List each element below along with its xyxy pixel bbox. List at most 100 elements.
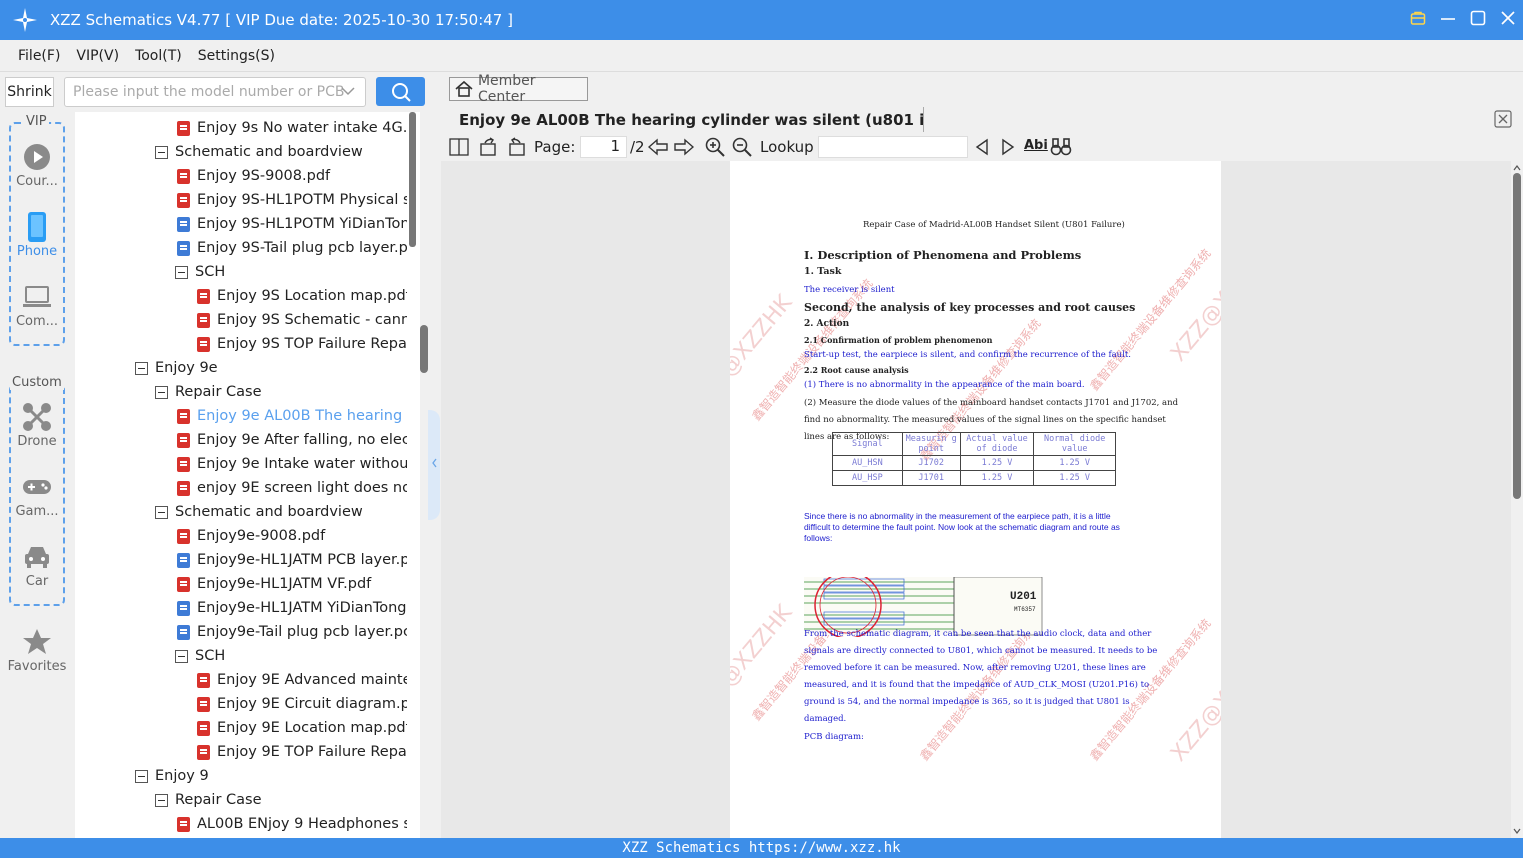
binoculars-icon[interactable]	[1050, 137, 1072, 161]
doc-root-2a: (2) Measure the diode values of the main…	[804, 398, 1179, 408]
match-case-icon[interactable]: Abi	[1024, 138, 1048, 153]
doc-root-1: (1) There is no abnormality in the appea…	[804, 380, 1085, 390]
tree-folder[interactable]: Enjoy 9	[135, 764, 407, 788]
tree-folder[interactable]: SCH	[175, 644, 407, 668]
tree-file[interactable]: AL00B ENjoy 9 Headphones sou	[177, 812, 407, 836]
scroll-up-icon[interactable]	[1511, 163, 1523, 173]
collapse-toggle-icon[interactable]	[155, 145, 168, 159]
tree-file[interactable]: Enjoy 9S-Tail plug pcb layer.pcb	[177, 236, 407, 260]
rail-car[interactable]: Car	[5, 540, 69, 589]
home-icon	[455, 80, 473, 97]
tree-file[interactable]: Enjoy9e-HL1JATM YiDianTong.p	[177, 596, 407, 620]
viewer-scroll-thumb[interactable]	[1513, 173, 1521, 499]
tree-item-label: Enjoy 9e Intake water without b	[197, 456, 407, 472]
tree-folder[interactable]: Repair Case	[155, 788, 407, 812]
tree-file[interactable]: Enjoy 9e Intake water without b	[177, 452, 407, 476]
rail-computer[interactable]: Com...	[5, 280, 69, 329]
find-next-icon[interactable]	[1000, 138, 1016, 160]
rail-favorites[interactable]: Favorites	[2, 625, 72, 674]
tree-folder[interactable]: Schematic and boardview	[155, 500, 407, 524]
tree-file[interactable]: Enjoy 9e AL00B The hearing cyl	[177, 404, 407, 428]
tree-scrollbar-2[interactable]	[420, 325, 428, 373]
tree-folder[interactable]: Schematic and boardview	[155, 140, 407, 164]
doc-confirm-text: Start-up test, the earpiece is silent, a…	[804, 350, 1131, 360]
pcb-file-icon	[177, 216, 190, 232]
tree-file[interactable]: Enjoy9e-HL1JATM PCB layer.pcl	[177, 548, 407, 572]
collapse-toggle-icon[interactable]	[155, 793, 168, 807]
tree-file[interactable]: Enjoy 9S Location map.pdf	[197, 284, 407, 308]
maximize-icon[interactable]	[1463, 10, 1493, 30]
tree-folder[interactable]: Repair Case	[155, 380, 407, 404]
collapse-toggle-icon[interactable]	[175, 265, 188, 279]
menu-vip[interactable]: VIP(V)	[76, 48, 119, 64]
search-button[interactable]	[376, 77, 425, 106]
collapse-toggle-icon[interactable]	[155, 505, 168, 519]
tree-file[interactable]: Enjoy9e-Tail plug pcb layer.pcb	[177, 620, 407, 644]
tree-file[interactable]: Enjoy 9S-9008.pdf	[177, 164, 407, 188]
tree-file[interactable]: Enjoy 9S TOP Failure Repair	[197, 332, 407, 356]
document-tab[interactable]: Enjoy 9e AL00B The hearing cylinder was …	[449, 107, 924, 132]
menu-file[interactable]: File(F)	[18, 48, 60, 64]
sidebar-toggle-icon[interactable]	[449, 138, 469, 160]
table-cell: 1.25 V	[959, 470, 1035, 486]
collapse-toggle-icon[interactable]	[175, 649, 188, 663]
rail-courses[interactable]: Cour...	[5, 140, 69, 189]
next-page-icon[interactable]	[674, 138, 695, 160]
zoom-out-icon[interactable]	[732, 137, 752, 161]
tree-file[interactable]: Enjoy 9E Location map.pdf	[197, 716, 407, 740]
tree-file[interactable]: Enjoy 9E Circuit diagram.pdf	[197, 692, 407, 716]
rotate-right-icon[interactable]	[506, 137, 526, 161]
close-icon[interactable]	[1493, 10, 1523, 30]
custom-label: Custom	[10, 375, 64, 390]
zoom-in-icon[interactable]	[705, 137, 725, 161]
tree-item-label: Enjoy 9S-HL1POTM Physical sca	[197, 192, 407, 208]
member-center-button[interactable]: Member Center	[449, 73, 588, 105]
phone-icon	[5, 210, 69, 244]
search-input[interactable]: Please input the model number or PCB	[64, 77, 366, 107]
lookup-input[interactable]	[818, 136, 968, 158]
tree-file[interactable]: Enjoy 9e After falling, no electri	[177, 428, 407, 452]
doc-task-text: The receiver is silent	[804, 285, 895, 295]
page-number-input[interactable]: 1	[580, 136, 627, 158]
collapse-panel-handle[interactable]	[428, 410, 440, 520]
collapse-toggle-icon[interactable]	[135, 361, 148, 375]
shrink-button[interactable]: Shrink	[5, 77, 54, 107]
menu-settings[interactable]: Settings(S)	[198, 48, 275, 64]
tree-file[interactable]: Enjoy 9S-HL1POTM Physical sca	[177, 188, 407, 212]
table-header: Actual value of diode	[959, 432, 1035, 456]
tree-file[interactable]: Enjoy9e-HL1JATM VF.pdf	[177, 572, 407, 596]
tree-file[interactable]: Enjoy 9E Advanced maintena	[197, 668, 407, 692]
tree-file[interactable]: Enjoy 9S-HL1POTM YiDianTong	[177, 212, 407, 236]
rail-game[interactable]: Gam...	[5, 470, 69, 519]
previous-page-icon[interactable]	[647, 138, 668, 160]
tree-file[interactable]: Enjoy 9s No water intake 4G.pdf	[177, 116, 407, 140]
tree-file[interactable]: Enjoy9e-9008.pdf	[177, 524, 407, 548]
rotate-left-icon[interactable]	[479, 137, 499, 161]
close-document-icon[interactable]	[1494, 110, 1512, 128]
collapse-toggle-icon[interactable]	[135, 769, 148, 783]
scroll-down-icon[interactable]	[1511, 826, 1523, 836]
tree-folder[interactable]: Enjoy 9e	[135, 356, 407, 380]
tree-file[interactable]: enjoy 9E screen light does not v	[177, 476, 407, 500]
tree-item-label: Enjoy 9E TOP Failure Repair (	[217, 744, 407, 760]
tree-file[interactable]: Enjoy 9E TOP Failure Repair (	[197, 740, 407, 764]
rail-drone[interactable]: Drone	[5, 400, 69, 449]
chevron-down-icon[interactable]	[341, 84, 355, 100]
minimize-icon[interactable]	[1433, 10, 1463, 30]
tree-folder[interactable]: SCH	[175, 260, 407, 284]
rail-phone[interactable]: Phone	[5, 210, 69, 259]
chip-label: U201	[1010, 591, 1037, 603]
tree-file[interactable]: Enjoy 9S Schematic - cannot	[197, 308, 407, 332]
menu-tool[interactable]: Tool(T)	[135, 48, 182, 64]
tree-item-label: Enjoy 9S-Tail plug pcb layer.pcb	[197, 240, 407, 256]
window-title: XZZ Schematics V4.77 [ VIP Due date: 202…	[50, 11, 513, 29]
vip-bag-icon[interactable]	[1403, 10, 1433, 30]
tree-scrollbar[interactable]	[409, 112, 416, 247]
viewer-scrollbar[interactable]	[1511, 161, 1523, 838]
car-icon	[5, 540, 69, 574]
find-previous-icon[interactable]	[974, 138, 990, 160]
collapse-toggle-icon[interactable]	[155, 385, 168, 399]
pdf-file-icon	[177, 432, 190, 448]
table-cell: J1701	[901, 470, 961, 486]
gamepad-icon	[5, 470, 69, 504]
